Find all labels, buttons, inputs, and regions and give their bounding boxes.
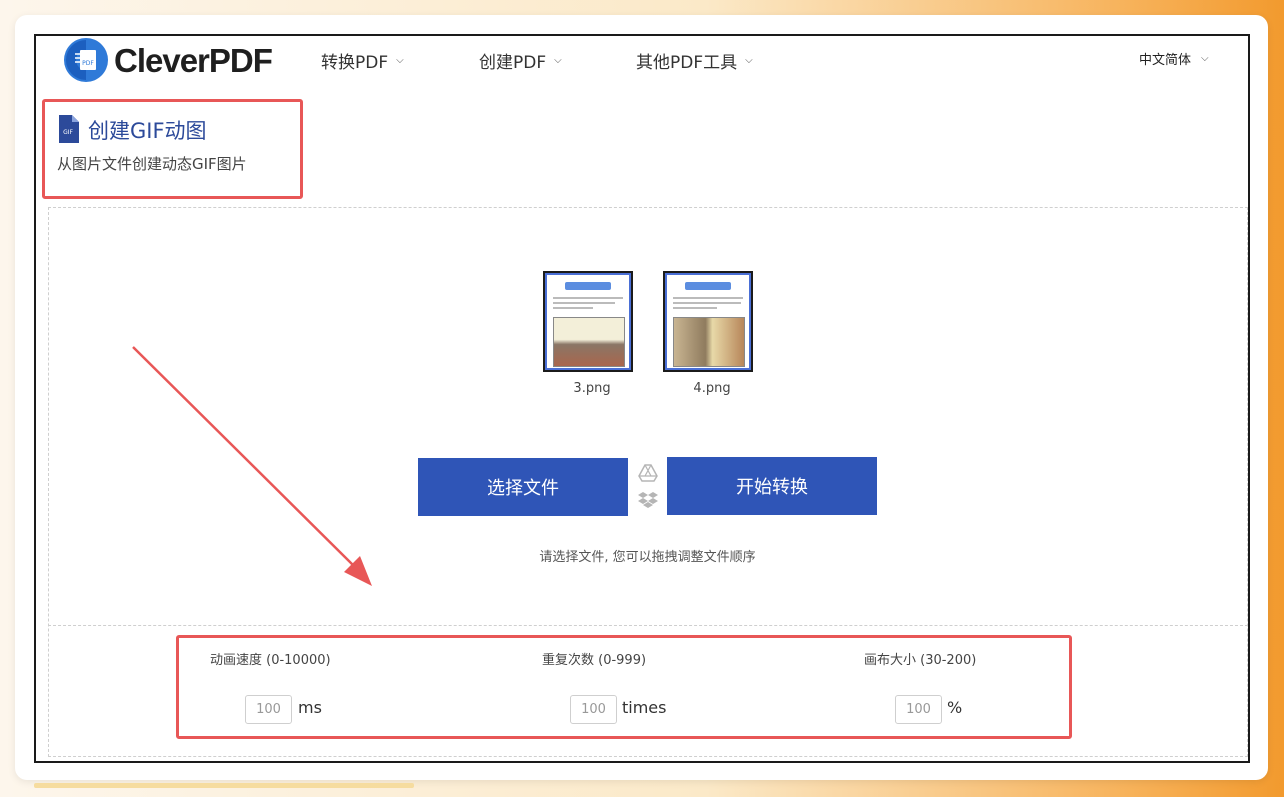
options-divider <box>48 625 1248 626</box>
brand-name[interactable]: CleverPDF <box>114 42 273 80</box>
language-selector[interactable]: 中文简体 ⌵ <box>1139 49 1209 68</box>
canvas-size-unit: % <box>947 698 963 717</box>
chevron-down-icon: ⌵ <box>1201 53 1209 64</box>
thumbnail-preview <box>667 275 749 368</box>
google-drive-icon[interactable] <box>638 463 658 483</box>
gif-file-icon: GIF <box>59 115 79 143</box>
speed-label: 动画速度 (0-10000) <box>210 653 331 668</box>
language-label: 中文简体 <box>1139 53 1192 68</box>
decorative-strip <box>34 783 414 788</box>
thumbnail-preview <box>547 275 629 368</box>
frame-bottom-edge <box>34 761 1250 763</box>
page-title: 创建GIF动图 <box>88 119 207 143</box>
file-thumbnail[interactable] <box>663 271 753 372</box>
upload-hint: 请选择文件, 您可以拖拽调整文件顺序 <box>539 550 756 565</box>
svg-text:PDF: PDF <box>82 60 94 67</box>
speed-unit: ms <box>298 698 322 717</box>
nav-label: 转换PDF <box>321 53 389 73</box>
chevron-down-icon: ⌵ <box>745 55 753 66</box>
repeat-label: 重复次数 (0-999) <box>542 653 647 668</box>
speed-input[interactable] <box>245 695 292 724</box>
file-name: 3.png <box>573 381 611 396</box>
file-name: 4.png <box>693 381 731 396</box>
canvas-size-input[interactable] <box>895 695 942 724</box>
nav-convert-pdf[interactable]: 转换PDF ⌵ <box>321 48 404 73</box>
chevron-down-icon: ⌵ <box>554 55 562 66</box>
dropbox-icon[interactable] <box>638 490 658 510</box>
repeat-unit: times <box>622 698 667 717</box>
nav-create-pdf[interactable]: 创建PDF ⌵ <box>479 48 562 73</box>
file-thumbnail[interactable] <box>543 271 633 372</box>
svg-text:GIF: GIF <box>63 129 73 136</box>
canvas-size-label: 画布大小 (30-200) <box>864 653 977 668</box>
repeat-input[interactable] <box>570 695 617 724</box>
chevron-down-icon: ⌵ <box>396 55 404 66</box>
choose-file-button[interactable]: 选择文件 <box>418 458 628 516</box>
start-convert-button[interactable]: 开始转换 <box>667 457 877 515</box>
nav-label: 创建PDF <box>479 53 547 73</box>
title-highlight-box <box>42 99 303 199</box>
page-subtitle: 从图片文件创建动态GIF图片 <box>57 155 247 173</box>
nav-other-tools[interactable]: 其他PDF工具 ⌵ <box>636 48 753 73</box>
nav-label: 其他PDF工具 <box>636 53 738 73</box>
